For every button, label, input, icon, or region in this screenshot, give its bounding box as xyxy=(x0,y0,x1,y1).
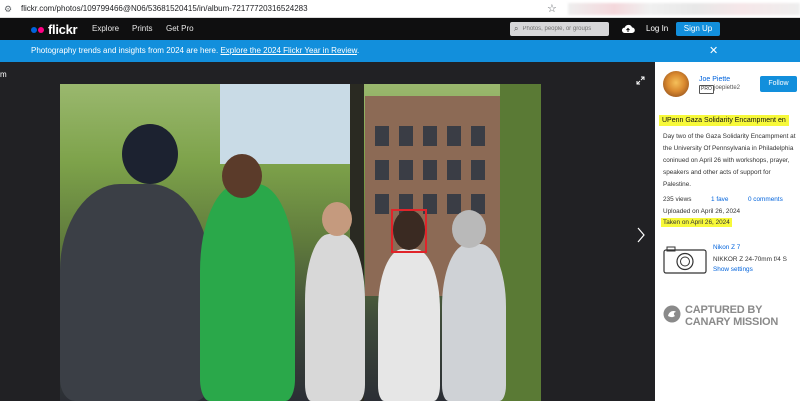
banner-link[interactable]: Explore the 2024 Flickr Year in Review xyxy=(220,46,357,55)
photo-title: UPenn Gaza Solidarity Encampment en xyxy=(659,115,789,126)
logo-text: flickr xyxy=(48,22,78,37)
next-photo-arrow-icon[interactable] xyxy=(637,227,645,248)
banner-period: . xyxy=(356,46,360,55)
site-info-icon[interactable]: ⚙ xyxy=(4,4,14,14)
logo-pink-dot-icon xyxy=(38,26,44,33)
author-username[interactable]: joepiette2 xyxy=(714,85,740,91)
watermark: CAPTURED BY CANARY MISSION xyxy=(663,304,778,328)
signup-button[interactable]: Sign Up xyxy=(676,22,720,36)
photo-window xyxy=(399,126,413,146)
avatar[interactable] xyxy=(663,71,689,97)
watermark-line-2: CANARY MISSION xyxy=(685,316,779,328)
photo-person xyxy=(305,234,365,401)
photo-person-head xyxy=(322,202,352,236)
photo-tree xyxy=(500,84,541,401)
close-icon[interactable]: ✕ xyxy=(709,44,718,57)
bookmark-star-icon[interactable]: ☆ xyxy=(547,2,557,15)
main-photo[interactable] xyxy=(60,84,541,401)
edge-label: m xyxy=(0,70,7,79)
author-name[interactable]: Joe Piette xyxy=(699,76,730,83)
camera-lens: NIKKOR Z 24-70mm f/4 S xyxy=(713,256,787,263)
camera-icon[interactable] xyxy=(663,246,707,279)
photo-person-head xyxy=(122,124,178,184)
photo-info-panel: Joe Piette PRO joepiette2 Follow xyxy=(655,62,800,401)
login-link[interactable]: Log In xyxy=(646,24,668,33)
show-settings-link[interactable]: Show settings xyxy=(713,266,753,273)
photo-description: Day two of the Gaza Solidarity Encampmen… xyxy=(663,133,796,188)
photo-window xyxy=(471,126,485,146)
photo-window xyxy=(447,160,461,180)
photo-stage: m xyxy=(0,62,655,401)
search-input[interactable] xyxy=(522,26,603,32)
photo-window xyxy=(399,160,413,180)
canary-logo-icon xyxy=(663,305,681,328)
photo-window xyxy=(375,160,389,180)
photo-person xyxy=(442,244,506,401)
top-navigation: flickr Explore Prints Get Pro ⌕ Log In S… xyxy=(0,18,800,40)
taken-date[interactable]: Taken on April 26, 2024 xyxy=(661,218,732,227)
announcement-banner: Photography trends and insights from 202… xyxy=(0,40,800,62)
logo-blue-dot-icon xyxy=(31,26,37,33)
watermark-line-1: CAPTURED BY xyxy=(685,304,763,316)
comments-link[interactable]: 0 comments xyxy=(748,196,783,203)
search-icon: ⌕ xyxy=(514,24,519,33)
photo-stats: 235 views 1 fave 0 comments xyxy=(663,196,783,203)
uploaded-date: Uploaded on April 26, 2024 xyxy=(663,208,741,215)
photo-window xyxy=(471,160,485,180)
photo-sky xyxy=(220,84,360,164)
photo-window xyxy=(447,126,461,146)
photo-window xyxy=(375,194,389,214)
follow-button[interactable]: Follow xyxy=(760,76,797,92)
photo-person-head xyxy=(452,210,486,248)
flickr-logo[interactable]: flickr xyxy=(31,22,78,37)
views-count: 235 views xyxy=(663,196,692,203)
annotation-red-box xyxy=(391,209,427,253)
search-box[interactable]: ⌕ xyxy=(510,22,609,36)
photo-window xyxy=(423,160,437,180)
camera-make-link[interactable]: Nikon Z 7 xyxy=(713,244,740,251)
fullscreen-expand-icon[interactable] xyxy=(636,72,645,90)
browser-address-bar[interactable]: ⚙ flickr.com/photos/109799466@N06/536815… xyxy=(0,0,800,18)
upload-cloud-icon[interactable] xyxy=(621,22,635,40)
banner-message: Photography trends and insights from 202… xyxy=(31,46,221,55)
pro-badge: PRO xyxy=(699,85,714,94)
blurred-extensions xyxy=(568,3,800,15)
photo-window xyxy=(447,194,461,214)
nav-prints[interactable]: Prints xyxy=(132,24,152,33)
url-text[interactable]: flickr.com/photos/109799466@N06/53681520… xyxy=(21,4,308,13)
photo-person xyxy=(378,249,440,401)
banner-text: Photography trends and insights from 202… xyxy=(31,46,359,55)
photo-window xyxy=(423,126,437,146)
watermark-text: CAPTURED BY CANARY MISSION xyxy=(685,304,778,328)
nav-explore[interactable]: Explore xyxy=(92,24,119,33)
photo-person xyxy=(200,184,295,401)
photo-person-head xyxy=(222,154,262,198)
photo-window xyxy=(375,126,389,146)
photo-person xyxy=(60,184,210,401)
nav-get-pro[interactable]: Get Pro xyxy=(166,24,194,33)
faves-link[interactable]: 1 fave xyxy=(711,196,728,203)
